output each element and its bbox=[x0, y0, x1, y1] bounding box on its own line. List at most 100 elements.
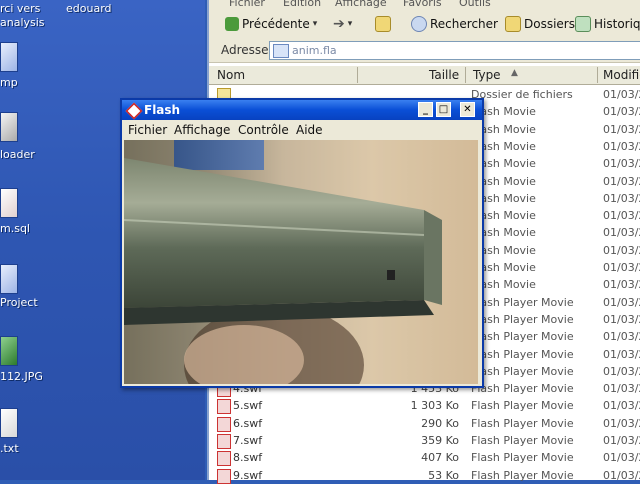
desktop-item-label: mp bbox=[0, 76, 18, 89]
file-date: 01/03/2 bbox=[603, 88, 640, 101]
flash-file-icon bbox=[217, 399, 231, 415]
flash-menu-fichier[interactable]: Fichier bbox=[128, 123, 167, 137]
maximize-button[interactable]: □ bbox=[436, 102, 451, 117]
flash-movie-stage[interactable] bbox=[124, 140, 478, 384]
close-button[interactable]: ✕ bbox=[460, 102, 475, 117]
flash-file-icon bbox=[217, 468, 231, 484]
file-type: Flash Player Movie bbox=[471, 295, 574, 309]
file-date: 01/03/2 bbox=[603, 157, 640, 171]
folder-icon bbox=[273, 44, 289, 58]
menu-edition[interactable]: Edition bbox=[283, 0, 321, 9]
back-arrow-icon bbox=[225, 17, 239, 31]
column-divider[interactable] bbox=[597, 67, 598, 83]
column-divider[interactable] bbox=[357, 67, 358, 83]
up-folder-button[interactable] bbox=[375, 15, 391, 33]
minimize-button[interactable]: _ bbox=[418, 102, 433, 117]
flash-file-icon bbox=[217, 434, 231, 449]
flash-title-bar[interactable]: Flash _ □ ✕ bbox=[122, 100, 482, 120]
flash-player-window: Flash _ □ ✕ Fichier Affichage Contrôle A… bbox=[120, 98, 484, 388]
back-label: Précédente bbox=[242, 17, 310, 31]
file-date: 01/03/2 bbox=[603, 278, 640, 292]
flash-logo-icon bbox=[125, 102, 143, 120]
file-type: Flash Player Movie bbox=[471, 347, 574, 361]
camera-icon bbox=[0, 112, 18, 142]
forward-button[interactable]: ➔ ▾ bbox=[333, 15, 352, 33]
file-date: 01/03/2 bbox=[603, 191, 640, 205]
file-date: 01/03/2 bbox=[603, 261, 640, 274]
desktop-item-label: loader bbox=[0, 148, 35, 161]
table-row[interactable]: 8.swf 407 Ko Flash Player Movie 01/03/2 bbox=[209, 449, 640, 467]
menu-outils[interactable]: Outils bbox=[459, 0, 491, 9]
address-input[interactable]: anim.fla bbox=[269, 41, 640, 60]
column-modified[interactable]: Modifié bbox=[603, 68, 640, 82]
file-name: 5.swf bbox=[233, 399, 263, 413]
flash-file-icon bbox=[217, 451, 231, 467]
column-divider[interactable] bbox=[465, 67, 466, 83]
file-type: Flash Player Movie bbox=[471, 451, 574, 465]
menu-fichier[interactable]: Fichier bbox=[229, 0, 265, 9]
menu-affichage[interactable]: Affichage bbox=[335, 0, 387, 9]
flash-menu-controle[interactable]: Contrôle bbox=[238, 123, 289, 137]
search-icon bbox=[411, 16, 427, 32]
file-name: 7.swf bbox=[233, 434, 263, 447]
table-row[interactable]: 5.swf 1 303 Ko Flash Player Movie 01/03/2 bbox=[209, 397, 640, 415]
folder-icon bbox=[0, 264, 18, 294]
menu-favoris[interactable]: Favoris bbox=[403, 0, 442, 9]
column-header: Nom Taille Type ▲ Modifié bbox=[209, 66, 640, 85]
flash-file-icon bbox=[217, 416, 231, 432]
desktop-item-label: analysis bbox=[0, 16, 45, 29]
file-date: 01/03/2 bbox=[603, 416, 640, 430]
flash-movie-frame bbox=[124, 140, 478, 384]
chevron-down-icon[interactable]: ▾ bbox=[348, 19, 353, 29]
up-folder-icon bbox=[375, 16, 391, 32]
file-date: 01/03/2 bbox=[603, 364, 640, 378]
file-date: 01/03/2 bbox=[603, 209, 640, 223]
folder-icon bbox=[0, 42, 18, 72]
file-date: 01/03/2 bbox=[603, 243, 640, 257]
file-date: 01/03/2 bbox=[603, 174, 640, 188]
back-button[interactable]: Précédente ▾ bbox=[225, 15, 317, 33]
desktop-item-label: rci vers bbox=[0, 2, 41, 15]
file-date: 01/03/2 bbox=[603, 122, 640, 136]
column-name[interactable]: Nom bbox=[217, 68, 245, 82]
table-row[interactable]: 9.swf53 KoFlash Player Movie01/03/2 bbox=[209, 467, 640, 484]
desktop-item-label: .txt bbox=[0, 442, 19, 455]
file-date: 01/03/2 bbox=[603, 347, 640, 361]
flash-window-title: Flash bbox=[144, 103, 181, 117]
flash-menu-aide[interactable]: Aide bbox=[296, 123, 323, 137]
chevron-down-icon[interactable]: ▾ bbox=[313, 19, 318, 29]
file-date: 01/03/2 bbox=[603, 105, 640, 119]
table-row[interactable]: 6.swf 290 Ko Flash Player Movie 01/03/2 bbox=[209, 415, 640, 432]
forward-arrow-icon: ➔ bbox=[333, 16, 345, 32]
table-row[interactable]: 7.swf 359 Ko Flash Player Movie 01/03/2 bbox=[209, 432, 640, 449]
address-value: anim.fla bbox=[292, 44, 337, 57]
file-size: 290 Ko bbox=[421, 416, 459, 430]
flash-menu-affichage[interactable]: Affichage bbox=[174, 123, 230, 137]
column-size[interactable]: Taille bbox=[429, 68, 459, 82]
file-type: Flash Player Movie bbox=[471, 416, 574, 430]
search-label: Rechercher bbox=[430, 17, 498, 31]
column-type[interactable]: Type bbox=[473, 68, 501, 82]
file-name: 6.swf bbox=[233, 416, 263, 430]
folders-button[interactable]: Dossiers bbox=[505, 15, 575, 33]
history-icon bbox=[575, 16, 591, 32]
image-file-icon bbox=[0, 336, 18, 366]
search-button[interactable]: Rechercher bbox=[411, 15, 498, 33]
flash-menubar: Fichier Affichage Contrôle Aide bbox=[122, 120, 482, 140]
file-date: 01/03/2 bbox=[603, 451, 640, 465]
history-button[interactable]: Historiq bbox=[575, 15, 640, 33]
file-type: Flash Player Movie bbox=[471, 399, 574, 413]
history-label: Historiq bbox=[594, 17, 640, 31]
file-type: Flash Player Movie bbox=[471, 312, 574, 326]
desktop-item-label: edouard bbox=[66, 2, 112, 15]
file-date: 01/03/2 bbox=[603, 139, 640, 153]
explorer-toolbar: Précédente ▾ ➔ ▾ Rechercher Dossiers His… bbox=[209, 10, 640, 39]
file-type: Flash Player Movie bbox=[471, 382, 574, 396]
file-date: 01/03/2 bbox=[603, 434, 640, 447]
explorer-menubar: Fichier Edition Affichage Favoris Outils bbox=[209, 0, 640, 10]
file-name: 8.swf bbox=[233, 451, 263, 465]
desktop-item-label: m.sql bbox=[0, 222, 30, 235]
address-label: Adresse bbox=[221, 43, 269, 57]
file-date: 01/03/2 bbox=[603, 312, 640, 326]
file-type: Dossier de fichiers bbox=[471, 88, 573, 101]
